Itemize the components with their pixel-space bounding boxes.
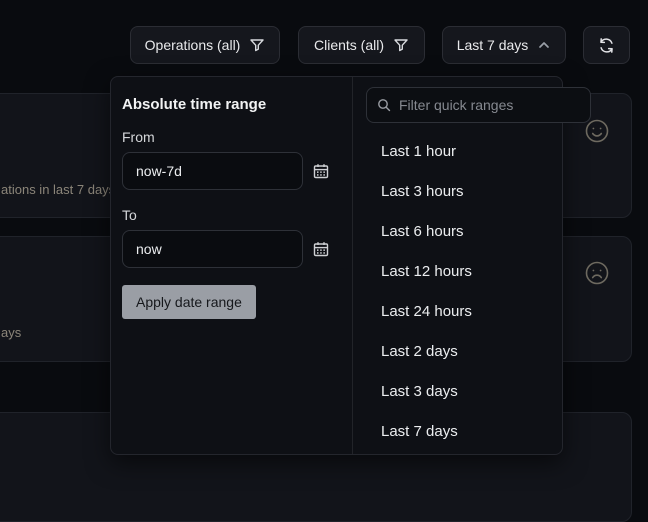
from-calendar-button[interactable] [312, 162, 330, 180]
quick-ranges-list: Last 1 hour Last 3 hours Last 6 hours La… [353, 131, 599, 454]
operations-filter-label: Operations (all) [145, 37, 241, 53]
absolute-time-range-title: Absolute time range [122, 96, 341, 113]
quick-range-option-last-6-hours[interactable]: Last 6 hours [353, 211, 599, 251]
quick-range-option-last-12-hours[interactable]: Last 12 hours [353, 251, 599, 291]
quick-range-option-last-2-days[interactable]: Last 2 days [353, 331, 599, 371]
to-calendar-button[interactable] [312, 240, 330, 258]
funnel-icon [393, 37, 409, 53]
to-label: To [122, 207, 341, 223]
quick-range-option-last-7-days[interactable]: Last 7 days [353, 411, 599, 451]
chevron-up-icon [537, 38, 551, 52]
time-picker-panel: Absolute time range From To [110, 76, 563, 455]
quick-range-option-last-24-hours[interactable]: Last 24 hours [353, 291, 599, 331]
absolute-time-range-section: Absolute time range From To [111, 77, 353, 454]
clients-filter-label: Clients (all) [314, 37, 384, 53]
operations-filter-button[interactable]: Operations (all) [130, 26, 280, 64]
card-subtitle: ations in last 7 days [1, 182, 115, 197]
quick-range-option-last-1-hour[interactable]: Last 1 hour [353, 131, 599, 171]
calendar-icon [312, 240, 330, 258]
search-icon [377, 98, 391, 112]
apply-date-range-button[interactable]: Apply date range [122, 285, 256, 319]
quick-range-option-last-3-hours[interactable]: Last 3 hours [353, 171, 599, 211]
calendar-icon [312, 162, 330, 180]
time-range-picker-button[interactable]: Last 7 days [442, 26, 566, 64]
card-subtitle: ays [1, 325, 21, 340]
refresh-icon [598, 37, 615, 54]
refresh-button[interactable] [583, 26, 630, 64]
funnel-icon [249, 37, 265, 53]
quick-ranges-search-box[interactable] [366, 87, 591, 123]
filter-quick-ranges-input[interactable] [399, 97, 580, 113]
clients-filter-button[interactable]: Clients (all) [298, 26, 425, 64]
time-range-label: Last 7 days [457, 37, 529, 53]
to-input[interactable] [122, 230, 303, 268]
from-input[interactable] [122, 152, 303, 190]
quick-range-option-last-3-days[interactable]: Last 3 days [353, 371, 599, 411]
from-label: From [122, 129, 341, 145]
quick-ranges-section: Last 1 hour Last 3 hours Last 6 hours La… [353, 77, 599, 454]
